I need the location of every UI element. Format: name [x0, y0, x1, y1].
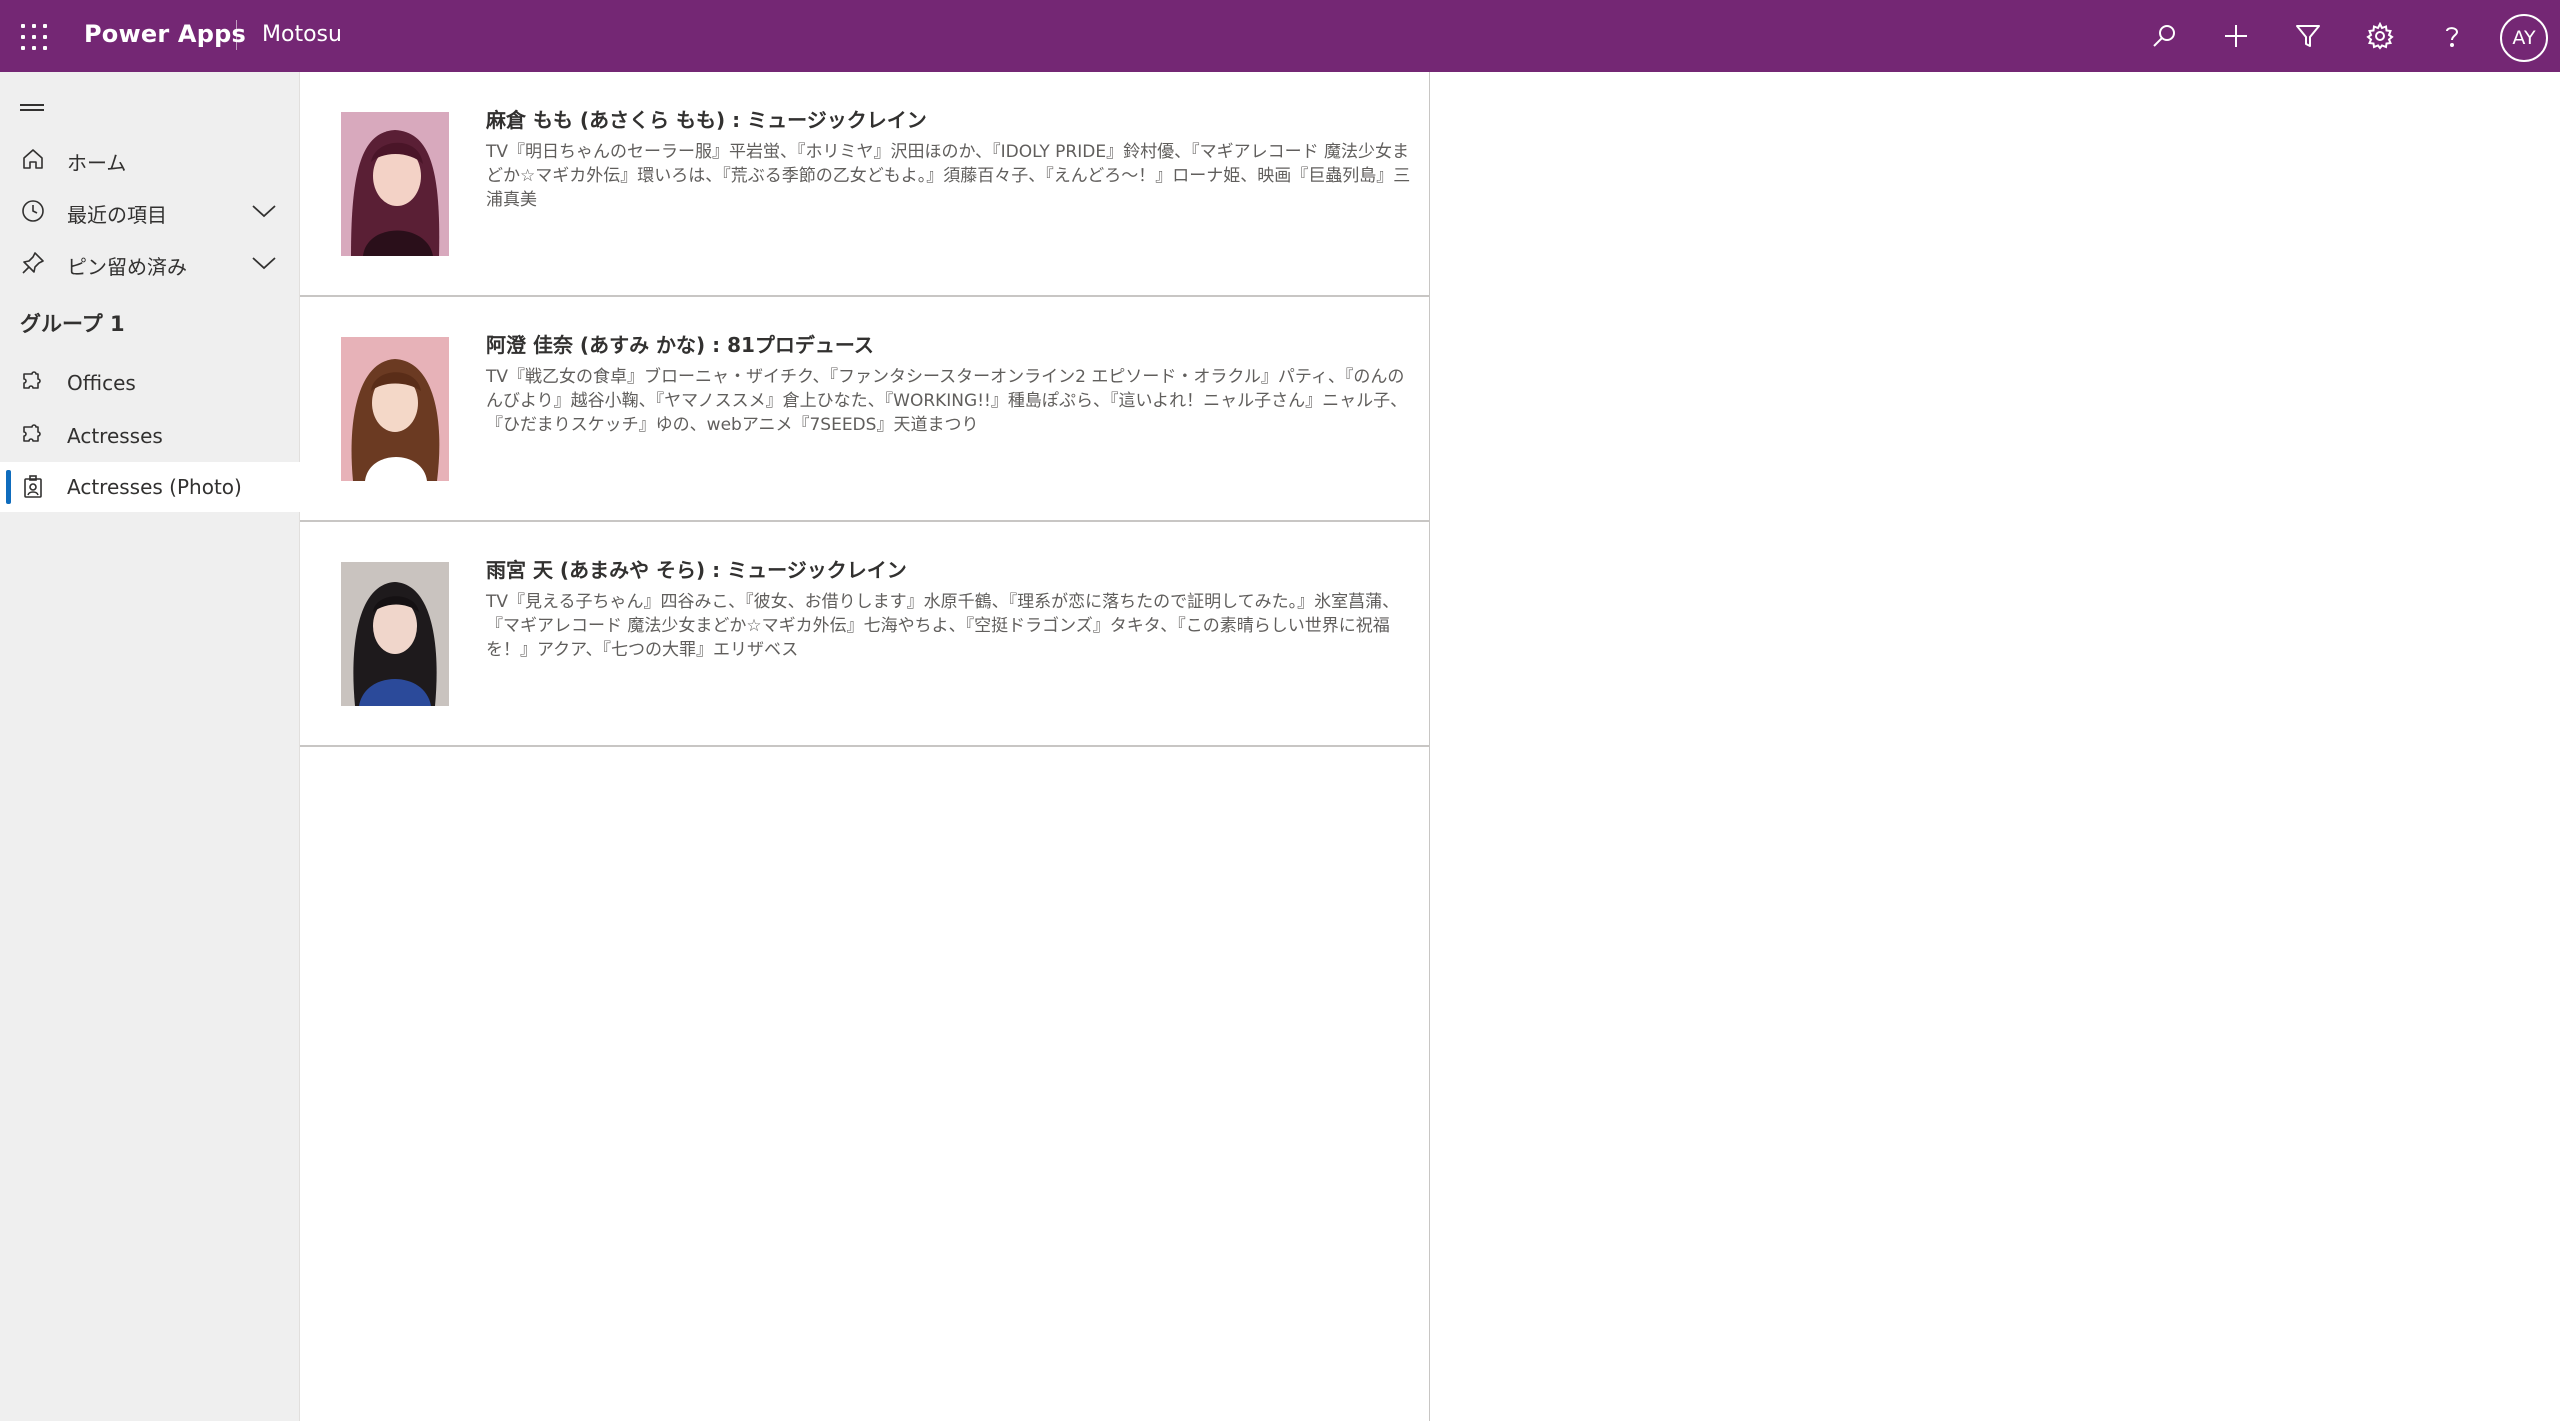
- search-icon[interactable]: [2144, 16, 2184, 56]
- top-app-bar: Power Apps Motosu AY: [0, 0, 2560, 72]
- sidebar-item-label: Offices: [67, 371, 136, 395]
- photo-id-icon: [20, 474, 46, 500]
- sidebar-item-offices[interactable]: Offices: [0, 358, 300, 408]
- puzzle-icon: [20, 370, 46, 396]
- app-name[interactable]: Power Apps: [84, 20, 246, 48]
- home-icon: [20, 146, 46, 172]
- environment-name[interactable]: Motosu: [262, 22, 342, 47]
- sidebar-item-label: ホーム: [67, 151, 127, 175]
- record-title: 雨宮 天 (あまみや そら) : ミュージックレイン: [486, 558, 907, 582]
- sidebar-item-actresses-photo[interactable]: Actresses (Photo): [0, 462, 300, 512]
- actress-photo: [341, 337, 449, 481]
- sidebar-group-title: グループ 1: [20, 312, 125, 336]
- record-title: 阿澄 佳奈 (あすみ かな) : 81プロデュース: [486, 333, 874, 357]
- sidebar-item-home[interactable]: ホーム: [0, 134, 300, 184]
- help-icon[interactable]: [2432, 16, 2472, 56]
- record-title: 麻倉 もも (あさくら もも) : ミュージックレイン: [486, 108, 927, 132]
- sidebar-item-label: Actresses: [67, 424, 163, 448]
- list-item[interactable]: 阿澄 佳奈 (あすみ かな) : 81プロデュース TV『戦乙女の食卓』ブローニ…: [300, 297, 1430, 522]
- actress-photo: [341, 112, 449, 256]
- list-item[interactable]: 麻倉 もも (あさくら もも) : ミュージックレイン TV『明日ちゃんのセーラ…: [300, 72, 1430, 297]
- clock-icon: [20, 198, 46, 224]
- add-icon[interactable]: [2216, 16, 2256, 56]
- chevron-down-icon[interactable]: [250, 201, 278, 221]
- actress-photo: [341, 562, 449, 706]
- sidebar-item-label: ピン留め済み: [67, 255, 187, 279]
- record-description: TV『見える子ちゃん』四谷みこ、『彼女、お借りします』水原千鶴、『理系が恋に落ち…: [486, 592, 1400, 660]
- user-avatar[interactable]: AY: [2500, 14, 2548, 62]
- sidebar-item-label: 最近の項目: [67, 203, 167, 227]
- filter-icon[interactable]: [2288, 16, 2328, 56]
- selected-indicator: [6, 470, 11, 504]
- sidebar-item-actresses[interactable]: Actresses: [0, 411, 300, 461]
- puzzle-icon: [20, 423, 46, 449]
- list-item[interactable]: 雨宮 天 (あまみや そら) : ミュージックレイン TV『見える子ちゃん』四谷…: [300, 522, 1430, 747]
- chevron-down-icon[interactable]: [250, 253, 278, 273]
- header-divider: [236, 20, 237, 50]
- sidebar-item-label: Actresses (Photo): [67, 475, 242, 499]
- record-description: TV『戦乙女の食卓』ブローニャ・ザイチク、『ファンタシースターオンライン2 エピ…: [486, 367, 1408, 435]
- sidebar-item-pinned[interactable]: ピン留め済み: [0, 238, 300, 288]
- record-description: TV『明日ちゃんのセーラー服』平岩蛍、『ホリミヤ』沢田ほのか、『IDOLY PR…: [486, 142, 1411, 210]
- sidebar-item-recent[interactable]: 最近の項目: [0, 186, 300, 236]
- pin-icon: [20, 250, 46, 276]
- app-launcher-waffle-icon[interactable]: [21, 24, 47, 50]
- settings-icon[interactable]: [2360, 16, 2400, 56]
- collapse-menu-icon[interactable]: [20, 98, 46, 118]
- record-gallery: 麻倉 もも (あさくら もも) : ミュージックレイン TV『明日ちゃんのセーラ…: [300, 72, 1430, 1421]
- site-map-sidebar: ホーム 最近の項目 ピン留め済み グループ 1 Offices Actresse…: [0, 72, 300, 1421]
